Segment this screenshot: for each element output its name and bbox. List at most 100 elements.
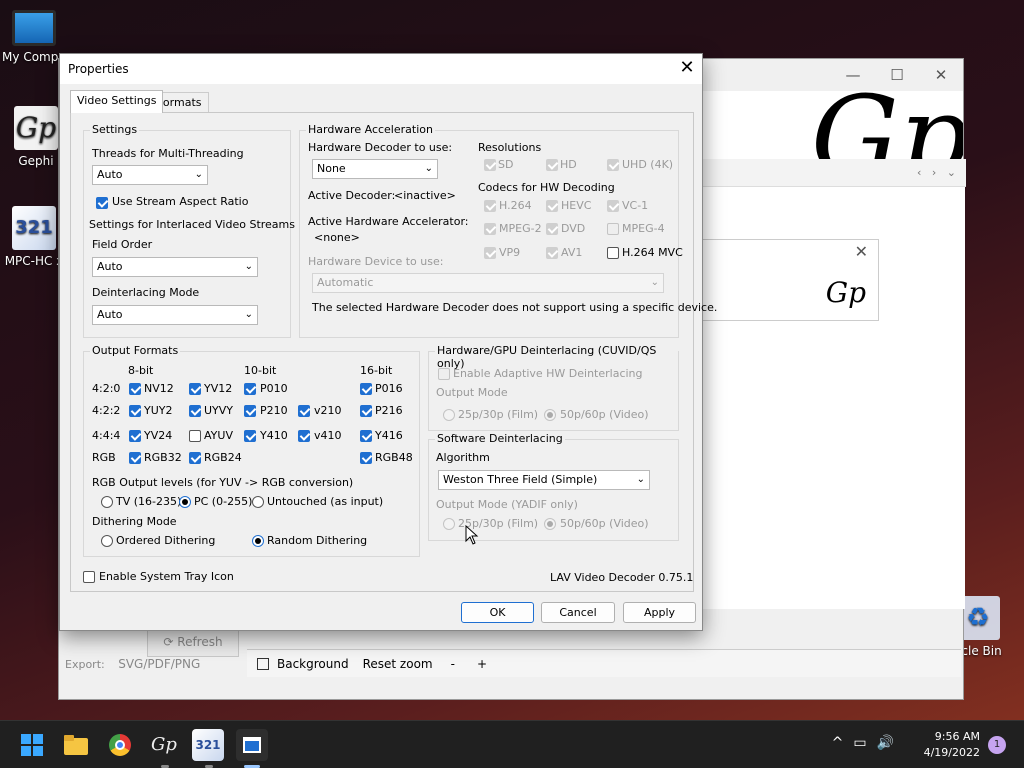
ok-button[interactable]: OK (461, 602, 534, 623)
close-icon[interactable]: ✕ (855, 242, 868, 261)
network-icon[interactable]: ▭ (853, 735, 876, 751)
resolution-sd-checkbox[interactable] (484, 159, 496, 171)
export-formats[interactable]: SVG/PDF/PNG (118, 657, 200, 671)
resolution-uhd-checkbox[interactable] (607, 159, 619, 171)
threads-select[interactable]: Auto ⌄ (92, 165, 208, 185)
chevron-right-icon[interactable]: › (932, 166, 936, 179)
fmt-rgb32-checkbox[interactable] (129, 452, 141, 464)
gephi-logo: Gp (811, 91, 963, 159)
fmt-p010-checkbox[interactable] (244, 383, 256, 395)
adaptive-deint-checkbox[interactable] (438, 368, 450, 380)
chevron-up-icon[interactable]: ^ (832, 735, 854, 751)
sw-video-radio[interactable] (544, 518, 556, 530)
codec-hevc-checkbox[interactable] (546, 200, 558, 212)
zoom-in-button[interactable]: + (477, 657, 487, 671)
fmt-p210-label: P210 (260, 404, 288, 417)
codec-h264mvc-checkbox[interactable] (607, 247, 619, 259)
refresh-button[interactable]: ⟳ Refresh (147, 627, 239, 657)
close-icon[interactable]: ✕ (672, 54, 702, 82)
hw-decoder-select[interactable]: None ⌄ (312, 159, 438, 179)
fmt-ayuv-label: AYUV (204, 429, 233, 442)
refresh-label: Refresh (177, 635, 223, 649)
hw-device-select[interactable]: Automatic ⌄ (312, 273, 664, 293)
maximize-icon[interactable]: ☐ (875, 59, 919, 91)
dither-random-label: Random Dithering (267, 534, 368, 547)
reset-zoom-button[interactable]: Reset zoom (363, 657, 433, 671)
lav-properties-taskbar-icon[interactable] (236, 729, 268, 761)
chevron-down-icon[interactable]: ⌄ (947, 166, 956, 179)
stream-aspect-checkbox[interactable] (96, 197, 108, 209)
rgb-pc-radio[interactable] (179, 496, 191, 508)
close-icon[interactable]: ✕ (919, 59, 963, 91)
notification-badge[interactable]: 1 (988, 736, 1006, 754)
minimize-icon[interactable]: — (831, 59, 875, 91)
fmt-p216-checkbox[interactable] (360, 405, 372, 417)
fmt-v410-label: v410 (314, 429, 342, 442)
fmt-rgb32-label: RGB32 (144, 451, 182, 464)
hw-accel-legend: Hardware Acceleration (306, 123, 435, 136)
codec-av1-checkbox[interactable] (546, 247, 558, 259)
mpc-hc-taskbar-icon[interactable]: 321 (192, 729, 224, 761)
fmt-uyvy-checkbox[interactable] (189, 405, 201, 417)
fmt-rgb48-label: RGB48 (375, 451, 413, 464)
chevron-down-icon: ⌄ (244, 261, 253, 272)
chevron-left-icon[interactable]: ‹ (917, 166, 921, 179)
gephi-logo-banner: Gp (699, 91, 963, 159)
fmt-yv24-checkbox[interactable] (129, 430, 141, 442)
apply-button[interactable]: Apply (623, 602, 696, 623)
desktop-icon-mpc-hc[interactable]: 321 MPC-HC x (2, 206, 66, 268)
deint-mode-label: Deinterlacing Mode (92, 286, 200, 299)
windows-start-icon[interactable] (16, 729, 48, 761)
fmt-rgb24-checkbox[interactable] (189, 452, 201, 464)
tab-video-settings[interactable]: Video Settings (70, 90, 164, 113)
background-checkbox[interactable] (257, 657, 269, 670)
field-order-label: Field Order (92, 238, 153, 251)
desktop-icon-label: My Compu (2, 50, 66, 64)
active-decoder-value: <inactive> (394, 189, 456, 202)
rgb-untouched-radio[interactable] (252, 496, 264, 508)
rgb-levels-label: RGB Output levels (for YUV -> RGB conver… (92, 476, 354, 489)
codec-h264-checkbox[interactable] (484, 200, 496, 212)
fmt-p016-checkbox[interactable] (360, 383, 372, 395)
algorithm-select[interactable]: Weston Three Field (Simple) ⌄ (438, 470, 650, 490)
volume-icon[interactable]: 🔊 (877, 735, 904, 751)
tray-icon-checkbox[interactable] (83, 571, 95, 583)
sw-film-radio[interactable] (443, 518, 455, 530)
codec-vp9-checkbox[interactable] (484, 247, 496, 259)
chrome-icon[interactable] (104, 729, 136, 761)
fmt-v410-checkbox[interactable] (298, 430, 310, 442)
resolution-hd-checkbox[interactable] (546, 159, 558, 171)
zoom-out-button[interactable]: - (451, 657, 455, 671)
file-explorer-icon[interactable] (60, 729, 92, 761)
hw-video-radio[interactable] (544, 409, 556, 421)
dither-ordered-radio[interactable] (101, 535, 113, 547)
taskbar-clock[interactable]: 9:56 AM 4/19/2022 (924, 729, 980, 761)
clock-date: 4/19/2022 (923, 746, 980, 759)
codec-vc1-checkbox[interactable] (607, 200, 619, 212)
field-order-select[interactable]: Auto ⌄ (92, 257, 258, 277)
fmt-ayuv-checkbox[interactable] (189, 430, 201, 442)
video-settings-page: Settings Threads for Multi-Threading Aut… (70, 112, 717, 592)
fmt-yuy2-checkbox[interactable] (129, 405, 141, 417)
fmt-yv12-checkbox[interactable] (189, 383, 201, 395)
hw-film-radio[interactable] (443, 409, 455, 421)
threads-label: Threads for Multi-Threading (92, 147, 244, 160)
dither-random-radio[interactable] (252, 535, 264, 547)
fmt-y416-checkbox[interactable] (360, 430, 372, 442)
desktop-icon-my-computer[interactable]: My Compu (2, 10, 66, 64)
sw-video-label: 50p/60p (Video) (560, 517, 649, 530)
fmt-v210-checkbox[interactable] (298, 405, 310, 417)
codec-h264mvc-label: H.264 MVC (622, 246, 683, 259)
fmt-p210-checkbox[interactable] (244, 405, 256, 417)
codec-dvd-checkbox[interactable] (546, 223, 558, 235)
codec-mpeg4-checkbox[interactable] (607, 223, 619, 235)
fmt-rgb48-checkbox[interactable] (360, 452, 372, 464)
deint-mode-select[interactable]: Auto ⌄ (92, 305, 258, 325)
rgb-tv-radio[interactable] (101, 496, 113, 508)
fmt-y410-checkbox[interactable] (244, 430, 256, 442)
cancel-button[interactable]: Cancel (541, 602, 615, 623)
gephi-taskbar-icon[interactable]: Gp (148, 729, 180, 761)
fmt-nv12-checkbox[interactable] (129, 383, 141, 395)
codec-mpeg2-checkbox[interactable] (484, 223, 496, 235)
col-10bit-header: 10-bit (244, 364, 277, 377)
